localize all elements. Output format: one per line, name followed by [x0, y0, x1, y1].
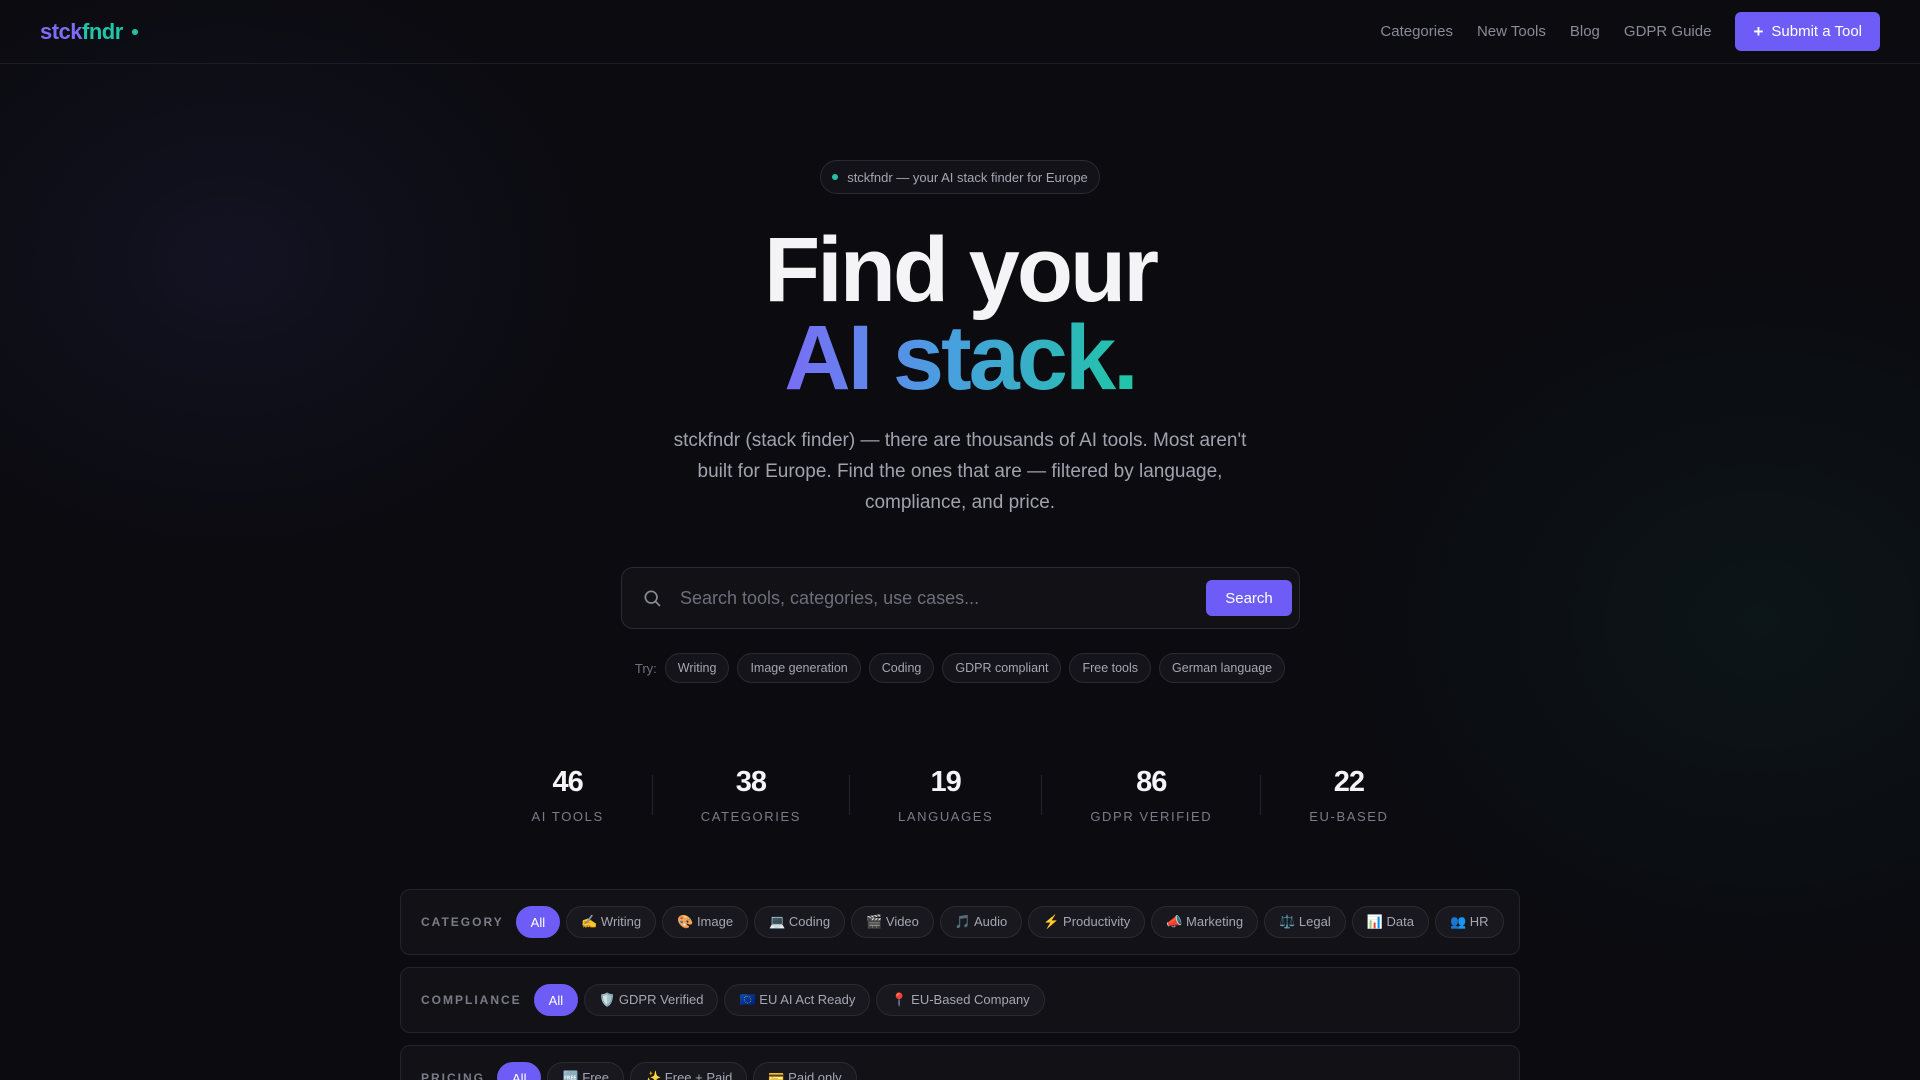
chip-pricing-free-paid[interactable]: ✨ Free + Paid [630, 1062, 748, 1080]
chip-category-image[interactable]: 🎨 Image [662, 906, 749, 938]
logo-text-part1: stck [40, 18, 83, 44]
search-bar: Search [621, 567, 1300, 629]
category-filter: CATEGORY All ✍️ Writing 🎨 Image 💻 Coding… [400, 889, 1520, 955]
filter-label-pricing: PRICING [421, 1071, 486, 1080]
chip-category-legal[interactable]: ⚖️ Legal [1264, 906, 1346, 938]
compliance-chips: All 🛡️ GDPR Verified 🇪🇺 EU AI Act Ready … [533, 984, 1045, 1016]
stat-ai-tools: 46 AI TOOLS [483, 766, 651, 824]
chip-category-hr[interactable]: 👥 HR [1435, 906, 1504, 938]
stat-label: CATEGORIES [700, 809, 802, 824]
search-button[interactable]: Search [1206, 580, 1292, 616]
stat-value: 38 [735, 766, 767, 798]
logo-dot-icon [131, 28, 138, 35]
compliance-filter: COMPLIANCE All 🛡️ GDPR Verified 🇪🇺 EU AI… [400, 967, 1520, 1033]
stat-label: EU-BASED [1309, 809, 1389, 824]
category-chips: All ✍️ Writing 🎨 Image 💻 Coding 🎬 Video … [515, 906, 1504, 938]
chip-category-audio[interactable]: 🎵 Audio [939, 906, 1023, 938]
chip-pricing-free[interactable]: 🆓 Free [547, 1062, 624, 1080]
suggestion-free-tools[interactable]: Free tools [1069, 653, 1152, 683]
chip-category-data[interactable]: 📊 Data [1351, 906, 1429, 938]
stat-eu-based: 22 EU-BASED [1261, 766, 1436, 824]
hero-title-gradient-text: AI stack. [784, 307, 1138, 409]
submit-tool-button[interactable]: + Submit a Tool [1735, 12, 1880, 51]
chip-category-all[interactable]: All [515, 906, 561, 938]
suggestion-gdpr-compliant[interactable]: GDPR compliant [942, 653, 1062, 683]
nav-link-categories[interactable]: Categories [1380, 23, 1453, 40]
chip-category-productivity[interactable]: ⚡ Productivity [1028, 906, 1146, 938]
stat-label: LANGUAGES [898, 809, 994, 824]
stat-categories: 38 CATEGORIES [653, 766, 849, 824]
submit-tool-label: Submit a Tool [1771, 23, 1862, 40]
stat-value: 19 [930, 766, 962, 798]
suggestion-writing[interactable]: Writing [664, 653, 730, 683]
pricing-chips: All 🆓 Free ✨ Free + Paid 💳 Paid only [497, 1062, 857, 1080]
plus-icon: + [1753, 21, 1764, 41]
chip-category-video[interactable]: 🎬 Video [851, 906, 934, 938]
search-input[interactable] [680, 587, 1206, 609]
hero-title-line1: Find your [763, 219, 1159, 321]
top-nav: stck fndr Categories New Tools Blog GDPR … [0, 0, 1920, 64]
logo[interactable]: stck fndr [40, 19, 138, 45]
suggestion-image-generation[interactable]: Image generation [737, 653, 861, 683]
try-label: Try: [634, 660, 657, 676]
nav-link-new-tools[interactable]: New Tools [1477, 23, 1546, 40]
search-icon [644, 590, 661, 607]
chip-category-marketing[interactable]: 📣 Marketing [1151, 906, 1259, 938]
status-dot-icon [832, 174, 839, 180]
search-suggestions: Try: Writing Image generation Coding GDP… [0, 653, 1920, 683]
stat-value: 86 [1136, 766, 1167, 798]
chip-category-coding[interactable]: 💻 Coding [754, 906, 846, 938]
pricing-filter: PRICING All 🆓 Free ✨ Free + Paid 💳 Paid … [400, 1045, 1520, 1080]
filter-label-compliance: COMPLIANCE [421, 993, 522, 1007]
nav-links: Categories New Tools Blog GDPR Guide + S… [1380, 12, 1880, 51]
chip-compliance-gdpr-verified[interactable]: 🛡️ GDPR Verified [584, 984, 719, 1016]
suggestion-german-language[interactable]: German language [1159, 653, 1286, 683]
hero-title-line2: AI stack. [0, 310, 1920, 406]
stat-gdpr-verified: 86 GDPR VERIFIED [1042, 766, 1260, 824]
stat-languages: 19 LANGUAGES [850, 766, 1041, 824]
nav-link-blog[interactable]: Blog [1570, 23, 1600, 40]
logo-text-part2: fndr [82, 18, 123, 44]
chip-pricing-all[interactable]: All [497, 1062, 542, 1080]
hero-subtitle: stckfndr (stack finder) — there are thou… [673, 430, 1247, 513]
chip-category-writing[interactable]: ✍️ Writing [566, 906, 657, 938]
chip-compliance-eu-based-company[interactable]: 📍 EU-Based Company [876, 984, 1045, 1016]
hero-badge: stckfndr — your AI stack finder for Euro… [820, 160, 1100, 194]
chip-pricing-paid-only[interactable]: 💳 Paid only [753, 1062, 857, 1080]
hero-badge-text: stckfndr — your AI stack finder for Euro… [847, 169, 1088, 185]
chip-compliance-eu-ai-act-ready[interactable]: 🇪🇺 EU AI Act Ready [724, 984, 871, 1016]
stat-label: AI TOOLS [531, 809, 604, 824]
stat-label: GDPR VERIFIED [1090, 809, 1213, 824]
stats-row: 46 AI TOOLS 38 CATEGORIES 19 LANGUAGES 8… [0, 766, 1920, 824]
stat-value: 46 [552, 766, 583, 798]
stat-value: 22 [1333, 766, 1365, 798]
nav-link-gdpr-guide[interactable]: GDPR Guide [1624, 23, 1712, 40]
chip-compliance-all[interactable]: All [533, 984, 579, 1016]
filter-label-category: CATEGORY [421, 915, 504, 929]
suggestion-coding[interactable]: Coding [868, 653, 935, 683]
